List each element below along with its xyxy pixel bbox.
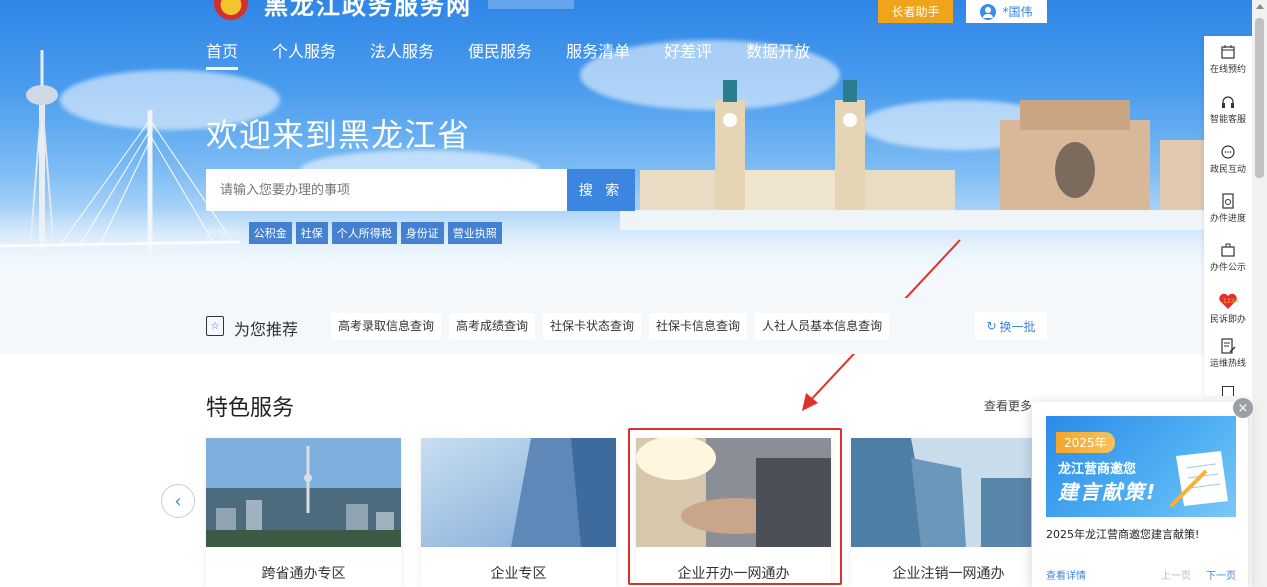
partial-icon (1222, 386, 1234, 396)
float-item-public-notice[interactable]: 办件公示 (1204, 242, 1252, 273)
railway-station-illustration (620, 80, 1252, 230)
banner-year: 2025年 (1056, 432, 1115, 453)
hero-fade (0, 208, 1252, 298)
float-label: 办件进度 (1209, 214, 1246, 224)
float-item-customer-service[interactable]: 智能客服 (1204, 94, 1252, 125)
banner-line2: 建言献策! (1058, 480, 1158, 504)
recommend-item[interactable]: 高考成绩查询 (449, 313, 536, 340)
float-label: 智能客服 (1209, 115, 1246, 125)
card-label: 企业开办一网通办 (677, 566, 790, 582)
search-bar: 搜 索 (206, 169, 635, 211)
site-logo[interactable]: 黑龙江政务服务网 (214, 0, 574, 20)
scroll-up-arrow[interactable] (1256, 4, 1264, 9)
hot-tag-income-tax[interactable]: 个人所得税 (331, 222, 397, 244)
float-label: 在线预约 (1209, 65, 1246, 75)
recommend-item[interactable]: 社保卡信息查询 (649, 313, 748, 340)
recommend-list: 高考录取信息查询 高考成绩查询 社保卡状态查询 社保卡信息查询 人社人员基本信息… (331, 313, 890, 340)
view-more-link[interactable]: 查看更多 (984, 397, 1032, 414)
user-icon (980, 3, 997, 20)
card-image-tower (421, 438, 616, 547)
search-input[interactable] (206, 169, 567, 211)
hot-tag-id-card[interactable]: 身份证 (400, 222, 444, 244)
page-scrollbar[interactable] (1252, 0, 1267, 587)
float-label: 办件公示 (1209, 263, 1246, 273)
popup-close-button[interactable]: × (1233, 398, 1253, 418)
nav-service-list[interactable]: 服务清单 (566, 38, 630, 70)
carousel-prev-button[interactable]: ‹ (161, 484, 195, 518)
recommend-item[interactable]: 人社人员基本信息查询 (755, 313, 890, 340)
popup-prev-button[interactable]: 上一页 (1161, 567, 1191, 582)
star-doc-icon: ☆ (206, 316, 224, 336)
edit-doc-icon (1221, 338, 1236, 354)
svg-text:12345: 12345 (1223, 298, 1239, 305)
card-image-city (206, 438, 401, 547)
float-label: 政民互动 (1209, 165, 1246, 175)
featured-card[interactable]: 企业注销一网通办 (851, 438, 1046, 587)
refresh-button[interactable]: ↻ 换一批 (975, 312, 1047, 340)
float-toolbar: 在线预约 智能客服 政民互动 办件进度 办件公示 12345 民诉即办 运维热线 (1204, 36, 1252, 396)
emblem-icon (214, 0, 248, 20)
featured-card[interactable]: 企业开办一网通办 (636, 438, 831, 587)
user-name: *国伟 (1002, 5, 1033, 19)
float-item-appointment[interactable]: 在线预约 (1204, 44, 1252, 75)
main-nav: 首页 个人服务 法人服务 便民服务 服务清单 好差评 数据开放 (206, 38, 844, 70)
user-account-button[interactable]: *国伟 (966, 0, 1047, 23)
featured-card[interactable]: 企业专区 (421, 438, 616, 587)
nav-legal[interactable]: 法人服务 (370, 38, 434, 70)
popup-banner[interactable]: 2025年 龙江营商邀您 建言献策! (1046, 416, 1236, 517)
nav-personal[interactable]: 个人服务 (272, 38, 336, 70)
card-image-handshake (636, 438, 831, 547)
refresh-icon: ↻ (986, 319, 997, 333)
card-label: 企业注销一网通办 (892, 566, 1005, 582)
popup-next-button[interactable]: 下一页 (1206, 567, 1236, 582)
banner-line1: 龙江营商邀您 (1058, 462, 1137, 477)
refresh-label: 换一批 (999, 319, 1036, 334)
float-label: 运维热线 (1209, 359, 1246, 369)
chevron-left-icon: ‹ (174, 490, 182, 512)
paper-pen-icon (1169, 451, 1228, 508)
float-item-progress[interactable]: 办件进度 (1204, 193, 1252, 224)
nav-evaluation[interactable]: 好差评 (664, 38, 712, 70)
site-name: 黑龙江政务服务网 (264, 0, 472, 20)
document-search-icon (1222, 193, 1234, 209)
popup-detail-link[interactable]: 查看详情 (1046, 567, 1086, 582)
nav-convenience[interactable]: 便民服务 (468, 38, 532, 70)
briefcase-icon (1221, 243, 1235, 257)
card-image-buildings (851, 438, 1046, 547)
chat-bubble-icon (1221, 145, 1235, 159)
float-item-interaction[interactable]: 政民互动 (1204, 144, 1252, 175)
hot-tag-business-license[interactable]: 营业执照 (447, 222, 502, 244)
hot-search-row: 热搜词: 公积金 社保 个人所得税 身份证 营业执照 (206, 222, 502, 244)
recommend-item[interactable]: 社保卡状态查询 (543, 313, 642, 340)
nav-home[interactable]: 首页 (206, 38, 239, 70)
featured-title: 特色服务 (206, 396, 295, 421)
recommend-title: 为您推荐 (234, 320, 299, 339)
search-button[interactable]: 搜 索 (567, 169, 635, 211)
float-item-hotline[interactable]: 运维热线 (1204, 338, 1252, 369)
hot-tag-housing-fund[interactable]: 公积金 (248, 222, 292, 244)
site-subtitle-box (488, 0, 574, 9)
hot-search-label: 热搜词: (206, 227, 243, 240)
featured-card[interactable]: 跨省通办专区 (206, 438, 401, 587)
float-label: 民诉即办 (1209, 315, 1246, 325)
card-label: 企业专区 (490, 566, 547, 582)
headset-icon (1222, 96, 1234, 108)
heart-logo-icon: 12345 (1219, 293, 1239, 309)
scroll-thumb[interactable] (1255, 18, 1264, 178)
card-label: 跨省通办专区 (261, 566, 346, 582)
elder-assistant-button[interactable]: 长者助手 (878, 0, 953, 23)
hot-tag-social-security[interactable]: 社保 (295, 222, 328, 244)
float-item-complaint[interactable]: 12345 民诉即办 (1204, 292, 1252, 325)
welcome-title: 欢迎来到黑龙江省 (206, 116, 471, 154)
calendar-icon (1221, 45, 1235, 59)
popup-text: 2025年龙江营商邀您建言献策! (1046, 528, 1200, 541)
nav-open-data[interactable]: 数据开放 (746, 38, 810, 70)
recommend-item[interactable]: 高考录取信息查询 (331, 313, 442, 340)
